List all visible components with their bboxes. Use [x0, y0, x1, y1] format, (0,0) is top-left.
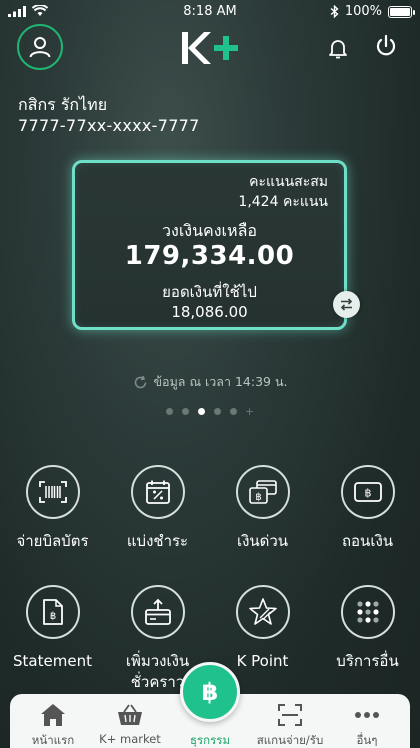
power-icon [376, 34, 396, 56]
baht-icon: ฿ [202, 678, 219, 706]
transactions-fab[interactable]: ฿ [180, 662, 240, 722]
page-dot-active[interactable] [197, 408, 205, 415]
nav-label: K+ market [99, 732, 161, 746]
profile-button[interactable] [17, 24, 63, 70]
switch-card-button[interactable] [333, 291, 360, 318]
menu-label: แบ่งชำระ [126, 532, 189, 550]
refresh-icon [134, 375, 146, 388]
nav-label: อื่นๆ [356, 733, 378, 747]
menu-label: บริการอื่น [336, 652, 399, 670]
account-number: 7777-77xx-xxxx-7777 [18, 116, 200, 135]
nav-label: สแกนจ่าย/รับ [256, 733, 324, 747]
menu-statement[interactable]: ฿ Statement [0, 585, 105, 672]
logout-button[interactable] [374, 34, 398, 58]
card-pagination: + [0, 405, 420, 418]
points-value: 1,424 คะแนน [238, 194, 328, 210]
svg-text:฿: ฿ [49, 611, 55, 622]
cash-card-icon: ฿ [248, 480, 277, 504]
page-dot[interactable] [181, 408, 189, 415]
menu-cash-advance[interactable]: ฿ เงินด่วน [210, 465, 315, 552]
svg-text:฿: ฿ [202, 678, 219, 706]
data-updated-row[interactable]: ข้อมูล ณ เวลา 14:39 น. [0, 372, 420, 392]
nav-label: ธุรกรรม [189, 733, 231, 747]
page-dot[interactable] [213, 408, 221, 415]
scan-icon [278, 704, 302, 726]
withdraw-icon: ฿ [353, 482, 382, 502]
notification-button[interactable] [326, 36, 350, 60]
svg-text:฿: ฿ [364, 487, 371, 500]
used-amount-value: 18,086.00 [171, 303, 248, 321]
nav-k-market[interactable]: K+ market [90, 700, 170, 746]
nav-label: หน้าแรก [31, 733, 75, 747]
top-bar [0, 24, 420, 72]
menu-label: จ่ายบิลบัตร [16, 532, 89, 550]
menu-withdraw[interactable]: ฿ ถอนเงิน [315, 465, 420, 552]
user-name: กสิกร รักไทย [18, 95, 108, 114]
credit-summary-card[interactable]: คะแนนสะสม 1,424 คะแนน วงเงินคงเหลือ 179,… [72, 160, 347, 330]
battery-percent: 100% [344, 4, 382, 19]
menu-label: เงินด่วน [236, 532, 289, 550]
more-services-icon [356, 601, 379, 623]
add-card-icon[interactable]: + [245, 405, 254, 418]
user-icon [29, 37, 51, 58]
menu-pay-card-bill[interactable]: จ่ายบิลบัตร [0, 465, 105, 552]
used-amount-label: ยอดเงินที่ใช้ไป [162, 283, 257, 301]
increase-limit-icon [144, 598, 171, 625]
menu-installment[interactable]: แบ่งชำระ [105, 465, 210, 552]
points-label: คะแนนสะสม [249, 174, 328, 190]
statement-icon: ฿ [42, 599, 63, 625]
star-icon [248, 598, 277, 625]
nav-home[interactable]: หน้าแรก [13, 700, 93, 748]
status-bar: 8:18 AM 100% [0, 0, 420, 24]
basket-icon [118, 704, 142, 725]
menu-other-services[interactable]: บริการอื่น [315, 585, 420, 672]
home-icon [41, 704, 65, 726]
svg-text:฿: ฿ [255, 492, 261, 503]
menu-label: Statement [13, 652, 92, 670]
battery-icon [388, 5, 415, 18]
nav-more[interactable]: อื่นๆ [327, 700, 407, 748]
available-credit-value: 179,334.00 [124, 241, 295, 271]
page-dot[interactable] [165, 408, 173, 415]
bell-icon [329, 40, 347, 59]
installment-calendar-icon [145, 480, 170, 504]
barcode-icon [38, 481, 67, 503]
kplus-logo [182, 32, 238, 64]
bluetooth-icon [330, 5, 339, 18]
page-dot[interactable] [229, 408, 237, 415]
nav-scan-pay[interactable]: สแกนจ่าย/รับ [250, 700, 330, 748]
swap-icon [340, 298, 353, 311]
more-icon [355, 712, 379, 718]
menu-k-point[interactable]: K Point [210, 585, 315, 672]
menu-label: ถอนเงิน [341, 532, 394, 550]
data-updated-text: ข้อมูล ณ เวลา 14:39 น. [153, 374, 288, 389]
